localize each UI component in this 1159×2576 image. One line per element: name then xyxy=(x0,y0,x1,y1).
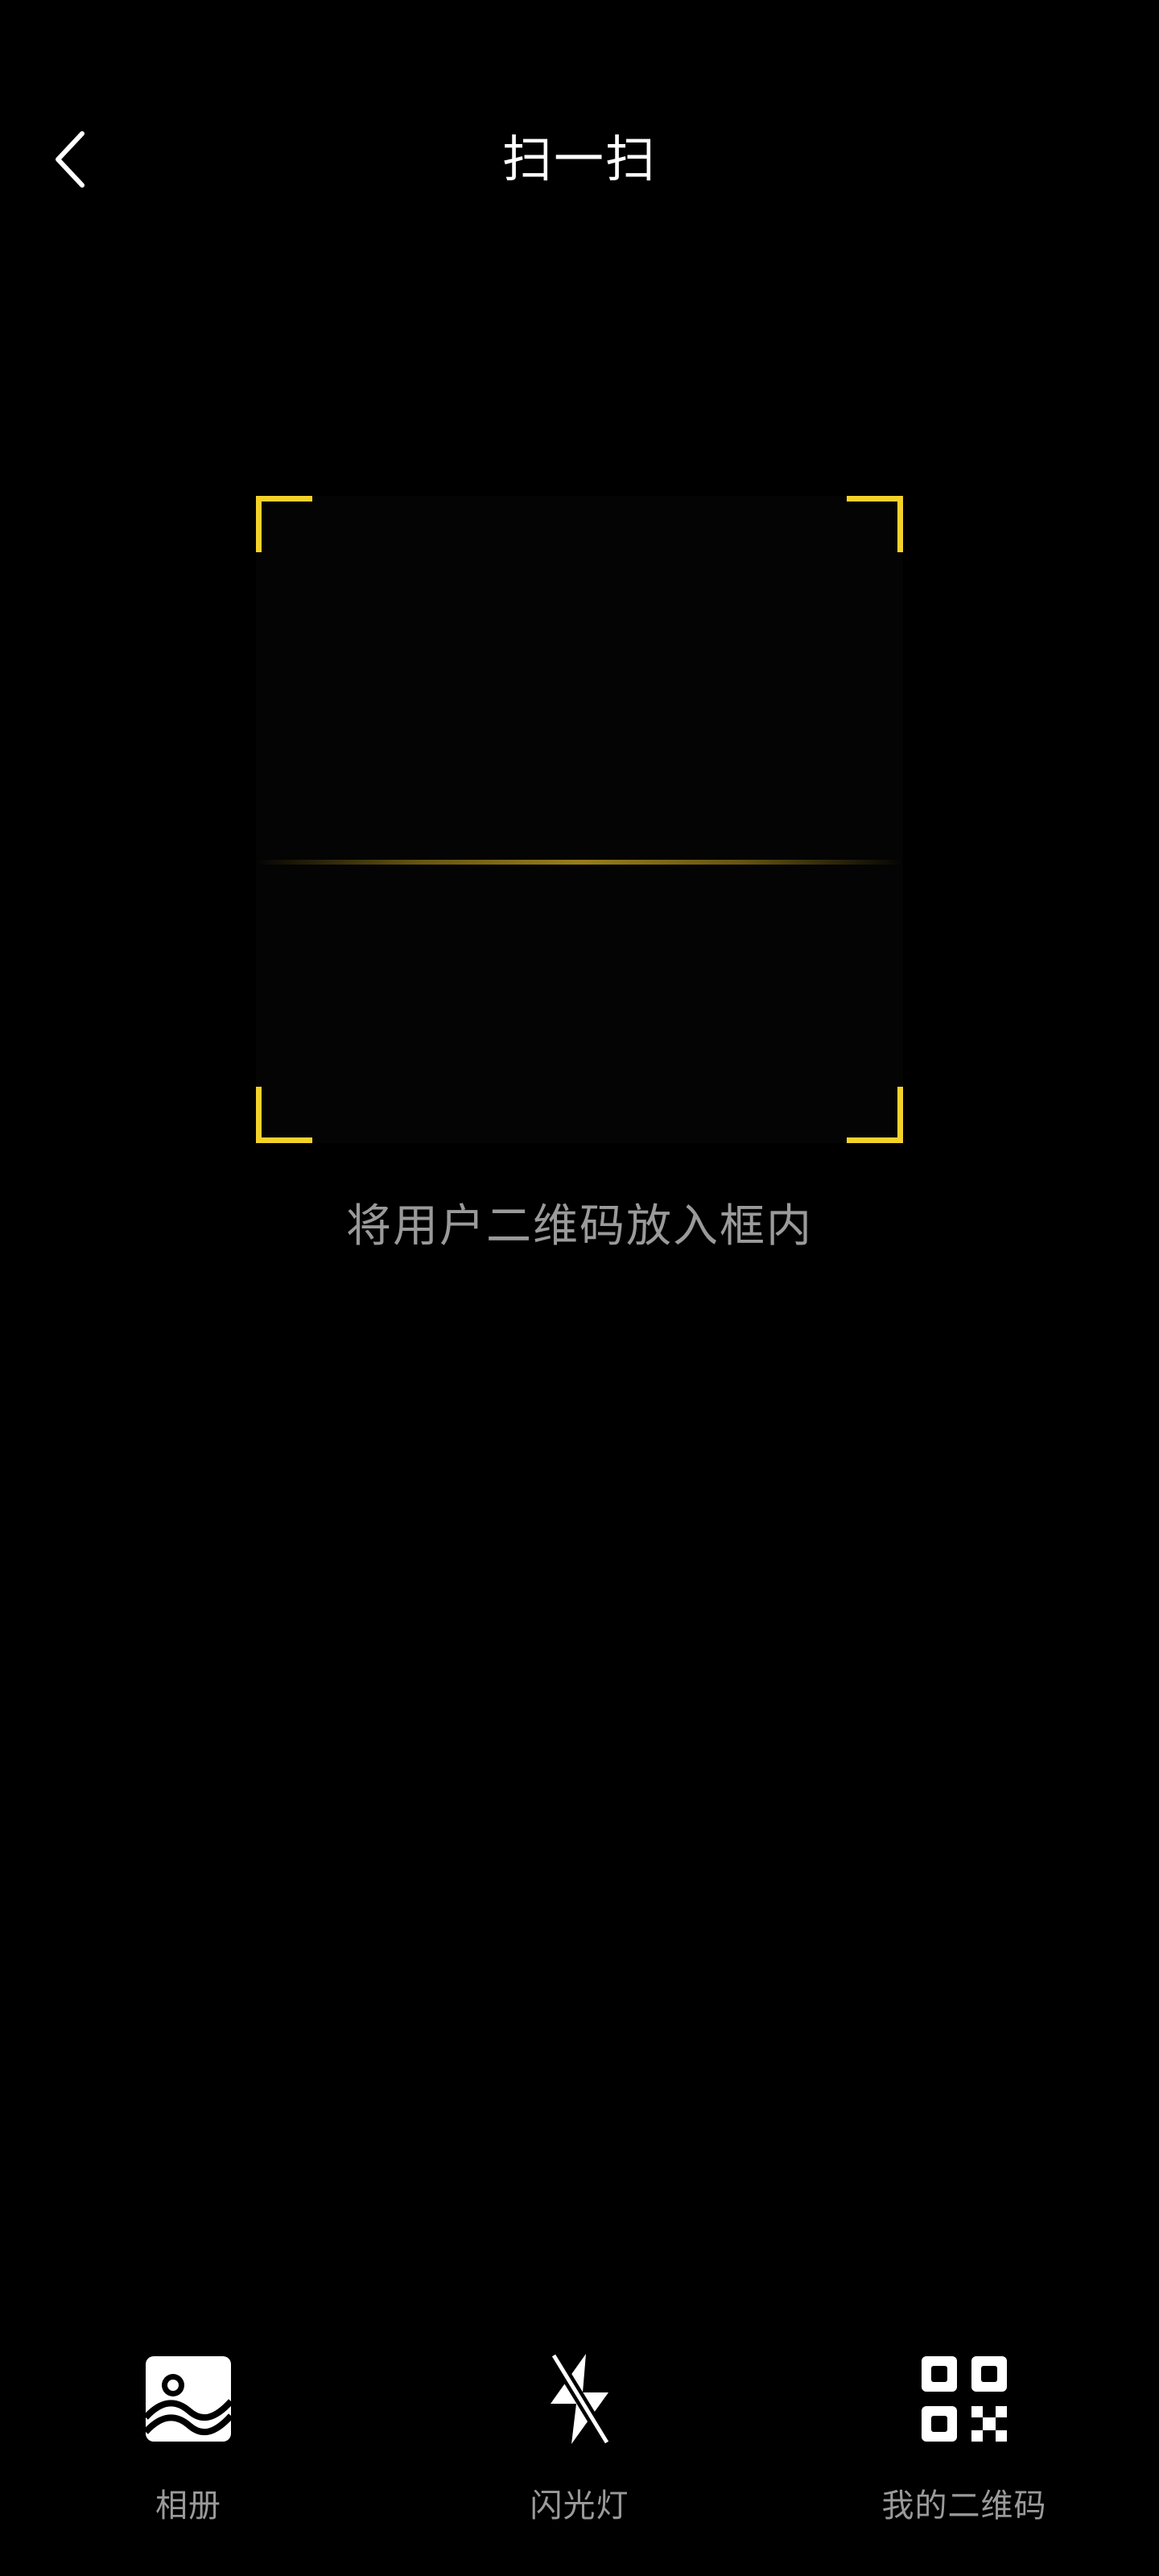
flash-label: 闪光灯 xyxy=(530,2487,629,2524)
scan-hint: 将用户二维码放入框内 xyxy=(346,1200,813,1253)
my-qr-code-button[interactable]: 我的二维码 xyxy=(843,2351,1085,2544)
image-icon xyxy=(140,2351,237,2447)
scan-line xyxy=(256,860,903,865)
scan-page: 扫一扫 将用户二维码放入框内 相册 闪光灯 我的二维码 xyxy=(0,0,1159,2576)
qr-code-icon xyxy=(916,2351,1013,2447)
frame-corner-bottom-left xyxy=(256,1087,312,1143)
frame-corner-top-left xyxy=(256,496,312,552)
album-label: 相册 xyxy=(155,2487,221,2524)
scan-frame xyxy=(256,496,903,1143)
flash-off-icon xyxy=(531,2351,628,2447)
header: 扫一扫 xyxy=(0,105,1159,214)
frame-corner-top-right xyxy=(847,496,903,552)
album-button[interactable]: 相册 xyxy=(68,2351,309,2544)
page-title: 扫一扫 xyxy=(501,130,657,188)
bottom-toolbar: 相册 闪光灯 我的二维码 xyxy=(0,2351,1159,2544)
my-qr-code-label: 我的二维码 xyxy=(881,2487,1047,2524)
frame-corner-bottom-right xyxy=(847,1087,903,1143)
flash-button[interactable]: 闪光灯 xyxy=(459,2351,700,2544)
